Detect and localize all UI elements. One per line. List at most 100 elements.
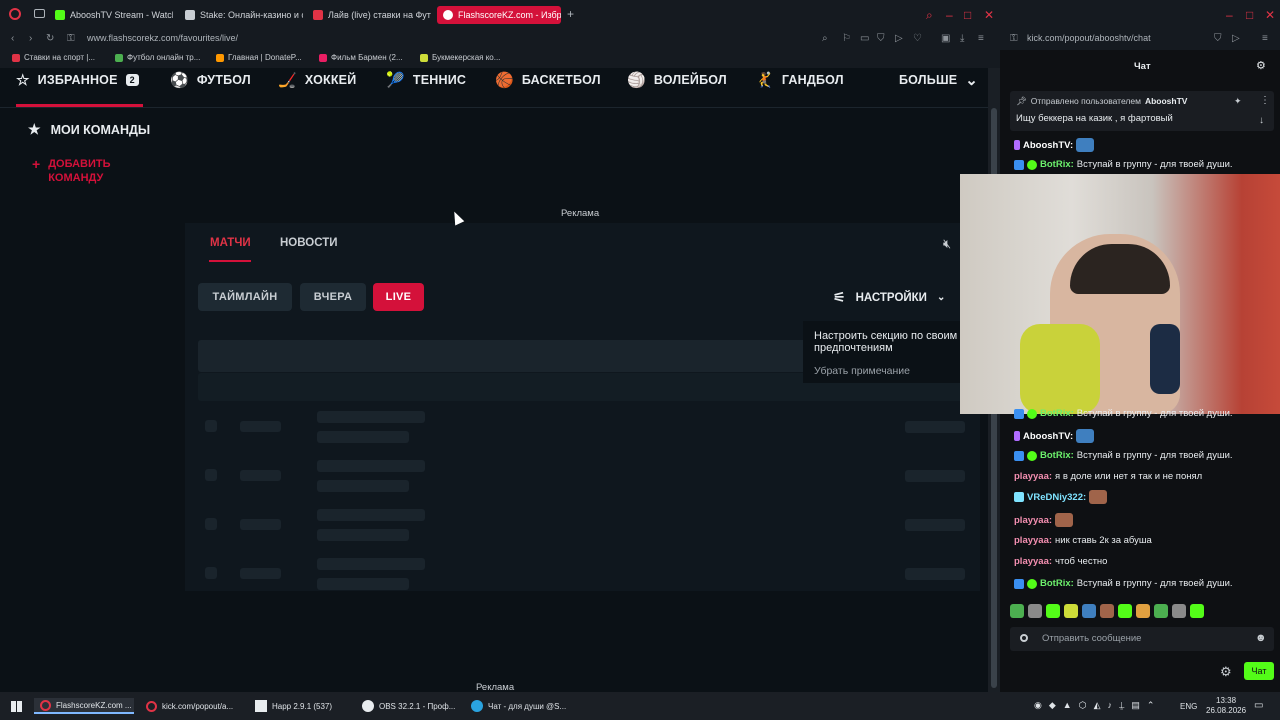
emote-icon[interactable]	[1190, 604, 1204, 618]
emote-icon[interactable]	[1028, 604, 1042, 618]
notifications-icon[interactable]: ▭	[1254, 700, 1263, 711]
maximize-icon[interactable]: □	[1246, 8, 1253, 22]
chat-send-button[interactable]: Чат	[1244, 662, 1274, 680]
tray-app-icon[interactable]: ◭	[1094, 700, 1101, 711]
opera-logo-icon[interactable]	[9, 8, 21, 20]
forward-icon[interactable]: ›	[29, 33, 32, 44]
chat-username[interactable]: playyaa:	[1014, 535, 1052, 546]
mute-icon[interactable]: 🔇︎	[943, 236, 951, 252]
taskbar-item-obs[interactable]: OBS 32.2.1 - Проф...	[362, 698, 455, 714]
chat-username[interactable]: BotRix:	[1040, 578, 1074, 589]
chat-settings-icon[interactable]: ⚙	[1256, 59, 1266, 72]
bookmark-item[interactable]: Букмекерская ко...	[420, 53, 500, 62]
tab-stake[interactable]: Stake: Онлайн-казино и с	[185, 6, 303, 24]
emote-icon[interactable]	[1154, 604, 1168, 618]
chat-username[interactable]: AbooshTV:	[1023, 140, 1073, 151]
dismiss-note-link[interactable]: Убрать примечание	[814, 365, 910, 377]
unpin-icon[interactable]: ✦	[1234, 96, 1242, 107]
tab-overview-icon[interactable]	[34, 9, 45, 18]
settings-dropdown[interactable]: ⚟ НАСТРОЙКИ ⌄	[833, 289, 945, 306]
network-icon[interactable]: ▤	[1131, 700, 1140, 711]
chat-username[interactable]: BotRix:	[1040, 159, 1074, 170]
emote-icon[interactable]	[1010, 604, 1024, 618]
nav-favourites[interactable]: ☆ ИЗБРАННОЕ 2	[16, 71, 139, 89]
windows-start-icon[interactable]	[11, 701, 22, 712]
emoji-icon[interactable]: ☻	[1255, 632, 1267, 644]
filter-live[interactable]: LIVE	[373, 283, 424, 311]
zoom-icon[interactable]: ⌕	[822, 33, 828, 44]
search-tabs-icon[interactable]: ⌕	[926, 8, 933, 23]
close-icon[interactable]: ✕	[984, 8, 994, 22]
emote-icon[interactable]	[1172, 604, 1186, 618]
menu-icon[interactable]: ≡	[978, 33, 984, 44]
chat-settings-icon[interactable]: ⚙	[1220, 664, 1232, 680]
chat-username[interactable]: VReDNiy322:	[1027, 492, 1086, 503]
chat-input[interactable]: Отправить сообщение ☻	[1010, 627, 1274, 651]
taskbar-item-kick[interactable]: kick.com/popout/a...	[146, 698, 233, 714]
taskbar-item-telegram[interactable]: Чат - для души @S...	[471, 698, 566, 714]
nav-more[interactable]: БОЛЬШЕ ⌄	[899, 71, 978, 89]
wallet-icon[interactable]: ▣	[941, 33, 950, 44]
emote-icon[interactable]	[1046, 604, 1060, 618]
tab-live-bets[interactable]: Лайв (live) ставки на Футб	[313, 6, 431, 24]
filter-timeline[interactable]: ТАЙМЛАЙН	[198, 283, 292, 311]
chat-username[interactable]: AbooshTV:	[1023, 431, 1073, 442]
emote-icon[interactable]	[1082, 604, 1096, 618]
chat-url-field[interactable]: kick.com/popout/abooshtv/chat	[1027, 33, 1151, 43]
maximize-icon[interactable]: □	[964, 8, 971, 22]
shield-icon[interactable]: ⛉	[1214, 33, 1222, 44]
play-icon[interactable]: ▷	[1232, 33, 1240, 44]
play-icon[interactable]: ▷	[895, 33, 903, 44]
shield-icon[interactable]: ⛉	[877, 33, 885, 44]
emote-icon[interactable]	[1136, 604, 1150, 618]
chat-username[interactable]: playyaa:	[1014, 556, 1052, 567]
filter-yesterday[interactable]: ВЧЕРА	[300, 283, 366, 311]
tab-matches[interactable]: МАТЧИ	[210, 237, 251, 249]
new-tab-button[interactable]: +	[567, 7, 574, 21]
bookmark-item[interactable]: Главная | DonateP...	[216, 53, 302, 62]
nav-handball[interactable]: 🤾 ГАНДБОЛ	[755, 71, 844, 89]
download-icon[interactable]: ⤓	[960, 33, 964, 44]
close-icon[interactable]: ✕	[1265, 8, 1275, 22]
language-indicator[interactable]: ENG	[1180, 702, 1197, 712]
minimize-icon[interactable]: –	[1226, 8, 1233, 22]
expand-icon[interactable]: ↓	[1259, 115, 1264, 126]
back-icon[interactable]: ‹	[11, 33, 14, 44]
snapshot-icon[interactable]: ▭	[860, 33, 869, 44]
bookmark-item[interactable]: Фильм Бармен (2...	[319, 53, 403, 62]
bookmark-icon[interactable]: ⚐	[842, 33, 851, 44]
nav-tennis[interactable]: 🎾 ТЕННИС	[386, 71, 466, 89]
emote-icon[interactable]	[1064, 604, 1078, 618]
bookmark-item[interactable]: Футбол онлайн тр...	[115, 53, 200, 62]
volume-icon[interactable]: ♪	[1107, 700, 1112, 711]
chat-username[interactable]: playyaa:	[1014, 471, 1052, 482]
taskbar-item-flashscore[interactable]: FlashscoreKZ.com ...	[34, 698, 134, 714]
bookmark-item[interactable]: Ставки на спорт |...	[12, 53, 95, 62]
tab-abooshtv[interactable]: AbooshTV Stream - Watch	[55, 6, 173, 24]
chat-username[interactable]: BotRix:	[1040, 408, 1074, 419]
tab-flashscore[interactable]: FlashscoreKZ.com - Избра	[437, 6, 561, 24]
tray-app-icon[interactable]: ◉	[1034, 700, 1042, 711]
tray-app-icon[interactable]: ▲	[1063, 700, 1072, 711]
nav-volleyball[interactable]: 🏐 ВОЛЕЙБОЛ	[627, 71, 727, 89]
menu-icon[interactable]: ≡	[1262, 33, 1268, 44]
nav-football[interactable]: ⚽ ФУТБОЛ	[170, 71, 251, 89]
reload-icon[interactable]: ↻	[46, 33, 54, 44]
tray-app-icon[interactable]: ◆	[1049, 700, 1056, 711]
emote-icon[interactable]	[1100, 604, 1114, 618]
add-team-button[interactable]: + ДОБАВИТЬ КОМАНДУ	[32, 157, 120, 185]
chat-username[interactable]: BotRix:	[1040, 450, 1074, 461]
chevron-up-icon[interactable]: ⌃	[1147, 700, 1155, 711]
nav-hockey[interactable]: 🏒 ХОККЕЙ	[278, 71, 356, 89]
chat-username[interactable]: playyaa:	[1014, 515, 1052, 526]
more-icon[interactable]: ⋮	[1260, 95, 1270, 106]
minimize-icon[interactable]: –	[946, 8, 953, 22]
taskbar-item-happ[interactable]: Happ 2.9.1 (537)	[255, 698, 332, 714]
clock[interactable]: 13:38 26.08.2026	[1206, 696, 1246, 716]
nav-basketball[interactable]: 🏀 БАСКЕТБОЛ	[495, 71, 601, 89]
tray-app-icon[interactable]: ⬡	[1079, 700, 1087, 711]
tab-news[interactable]: НОВОСТИ	[280, 237, 338, 249]
heart-icon[interactable]: ♡	[913, 33, 922, 44]
mic-icon[interactable]: ⍊	[1119, 700, 1124, 711]
url-field[interactable]: www.flashscorekz.com/favourites/live/	[87, 33, 238, 43]
